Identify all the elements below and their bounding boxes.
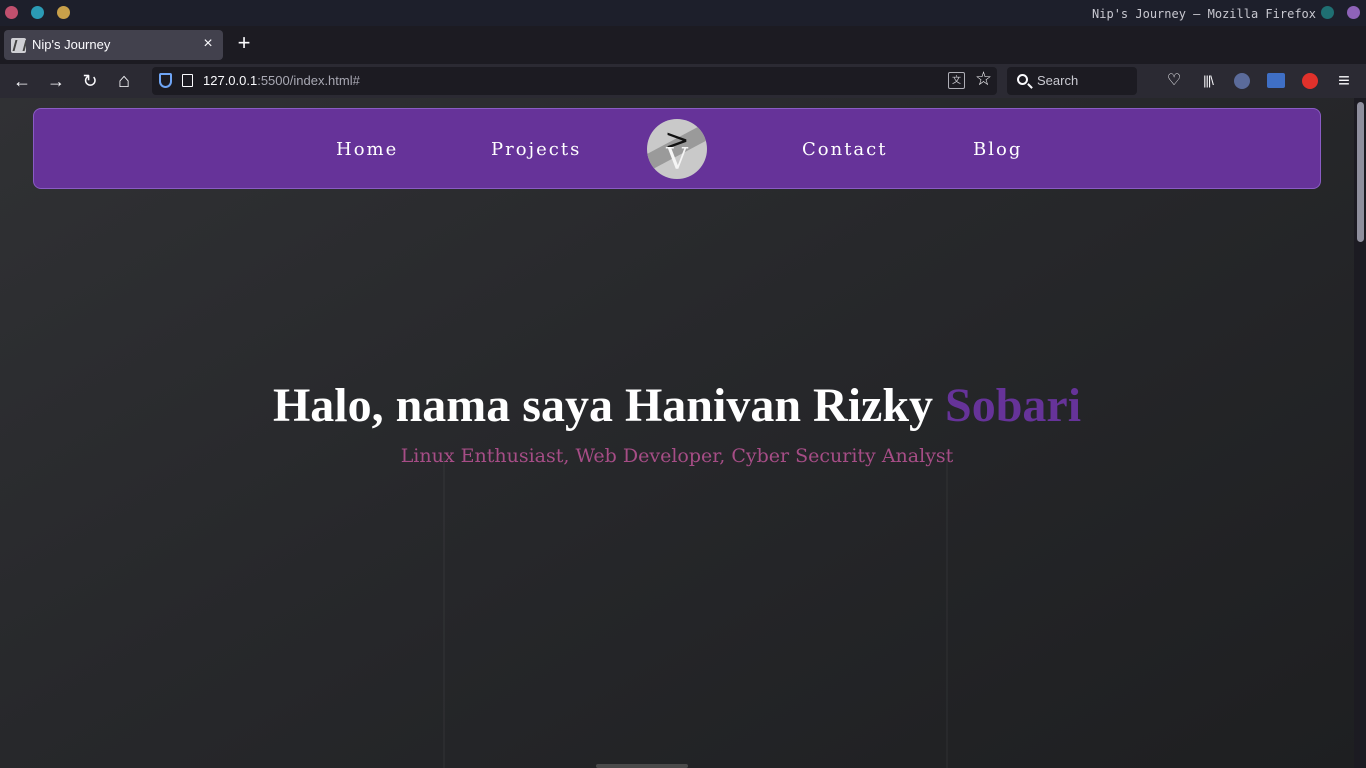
logo-letter: V <box>666 142 688 177</box>
search-icon <box>1017 74 1028 85</box>
scroll-indicator <box>596 764 688 768</box>
forward-icon[interactable]: → <box>43 68 69 94</box>
url-text[interactable]: 127.0.0.1:5500/index.html# <box>203 73 360 88</box>
maximize-window-button[interactable] <box>57 6 70 19</box>
bookmark-star-icon[interactable]: ☆ <box>975 69 992 91</box>
status-dot-icon <box>1347 6 1360 19</box>
page-scrollbar[interactable] <box>1354 98 1366 768</box>
window-titlebar: Nip's Journey — Mozilla Firefox <box>0 0 1366 26</box>
nav-link-home[interactable]: Home <box>336 139 398 160</box>
app-menu-icon[interactable]: ≡ <box>1333 70 1355 92</box>
minimize-window-button[interactable] <box>31 6 44 19</box>
site-logo[interactable]: > V <box>647 119 707 179</box>
url-path: :5500/index.html# <box>257 73 360 88</box>
hero-subtitle: Linux Enthusiast, Web Developer, Cyber S… <box>400 445 954 467</box>
search-placeholder: Search <box>1037 73 1079 88</box>
translate-icon[interactable]: 文 <box>948 72 965 89</box>
hero-title-accent: Sobari <box>945 379 1082 432</box>
pocket-icon[interactable]: ♡ <box>1163 70 1185 92</box>
back-icon[interactable]: ← <box>9 68 35 94</box>
page-viewport: Home Projects > V Contact Blog Halo, nam… <box>0 98 1354 768</box>
nav-link-contact[interactable]: Contact <box>802 139 887 160</box>
url-bar[interactable]: 127.0.0.1:5500/index.html# 文 ☆ <box>152 67 997 95</box>
scrollbar-thumb[interactable] <box>1357 102 1364 242</box>
nav-link-blog[interactable]: Blog <box>973 139 1022 160</box>
tab-strip: Nip's Journey × + <box>0 26 1366 64</box>
status-dot-icon <box>1321 6 1334 19</box>
site-navbar: Home Projects > V Contact Blog <box>33 108 1321 189</box>
page-info-icon[interactable] <box>182 74 193 87</box>
search-input[interactable]: Search <box>1007 67 1137 95</box>
extension-tomato-icon[interactable] <box>1299 70 1321 92</box>
navigation-toolbar: ← → ↻ ⌂ 127.0.0.1:5500/index.html# 文 ☆ S… <box>0 64 1366 98</box>
background-line <box>946 458 948 768</box>
url-host: 127.0.0.1 <box>203 73 258 88</box>
hero-title-main: Halo, nama saya Hanivan Rizky <box>272 379 946 432</box>
tab-close-icon[interactable]: × <box>199 35 217 53</box>
library-icon[interactable]: |||\ <box>1197 70 1219 92</box>
window-title: Nip's Journey — Mozilla Firefox <box>1092 7 1316 21</box>
new-tab-button[interactable]: + <box>233 32 255 56</box>
tab-nips-journey[interactable]: Nip's Journey × <box>4 30 223 60</box>
close-window-button[interactable] <box>5 6 18 19</box>
extension-cursor-icon[interactable] <box>1231 70 1253 92</box>
tracking-protection-shield-icon[interactable] <box>159 73 172 88</box>
nav-link-projects[interactable]: Projects <box>491 139 581 160</box>
tab-title: Nip's Journey <box>32 37 111 52</box>
reload-icon[interactable]: ↻ <box>77 68 103 94</box>
extension-translate-icon[interactable] <box>1265 70 1287 92</box>
home-icon[interactable]: ⌂ <box>111 68 137 94</box>
site-favicon-icon <box>11 38 26 53</box>
background-line <box>443 458 445 768</box>
hero-title: Halo, nama saya Hanivan Rizky Sobari <box>0 378 1354 433</box>
